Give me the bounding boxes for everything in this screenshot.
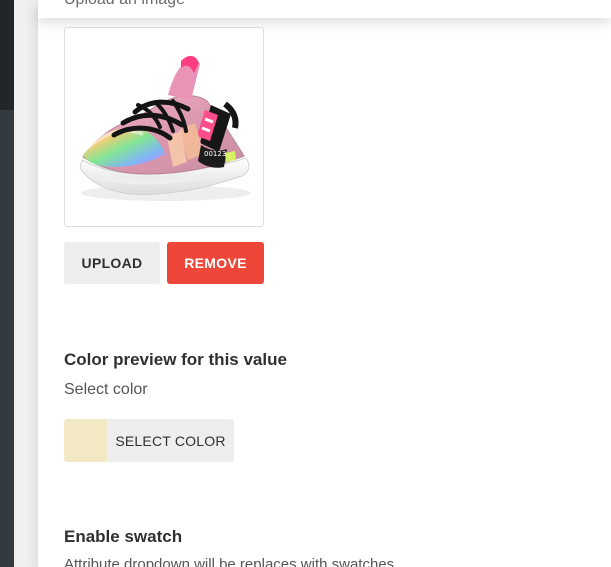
sidebar-edge-active	[0, 0, 14, 110]
remove-button[interactable]: REMOVE	[167, 242, 264, 284]
enable-swatch-description: Attribute dropdown will be replaces with…	[64, 556, 395, 567]
upload-image-label: Upload an image	[64, 0, 185, 9]
color-swatch[interactable]	[64, 419, 107, 462]
color-picker-button[interactable]: SELECT COLOR	[64, 419, 234, 462]
image-preview: 00123	[64, 27, 264, 227]
page-gutter	[14, 0, 38, 567]
color-preview-title: Color preview for this value	[64, 350, 287, 369]
upload-button[interactable]: UPLOAD	[64, 242, 160, 284]
attribute-value-editor: Upload an image	[0, 0, 611, 567]
select-color-button-label: SELECT COLOR	[115, 432, 226, 449]
enable-swatch-title: Enable swatch	[64, 527, 183, 546]
svg-text:00123: 00123	[204, 150, 226, 158]
select-color-label: Select color	[64, 381, 148, 398]
sneaker-preview-image: 00123	[79, 55, 251, 201]
